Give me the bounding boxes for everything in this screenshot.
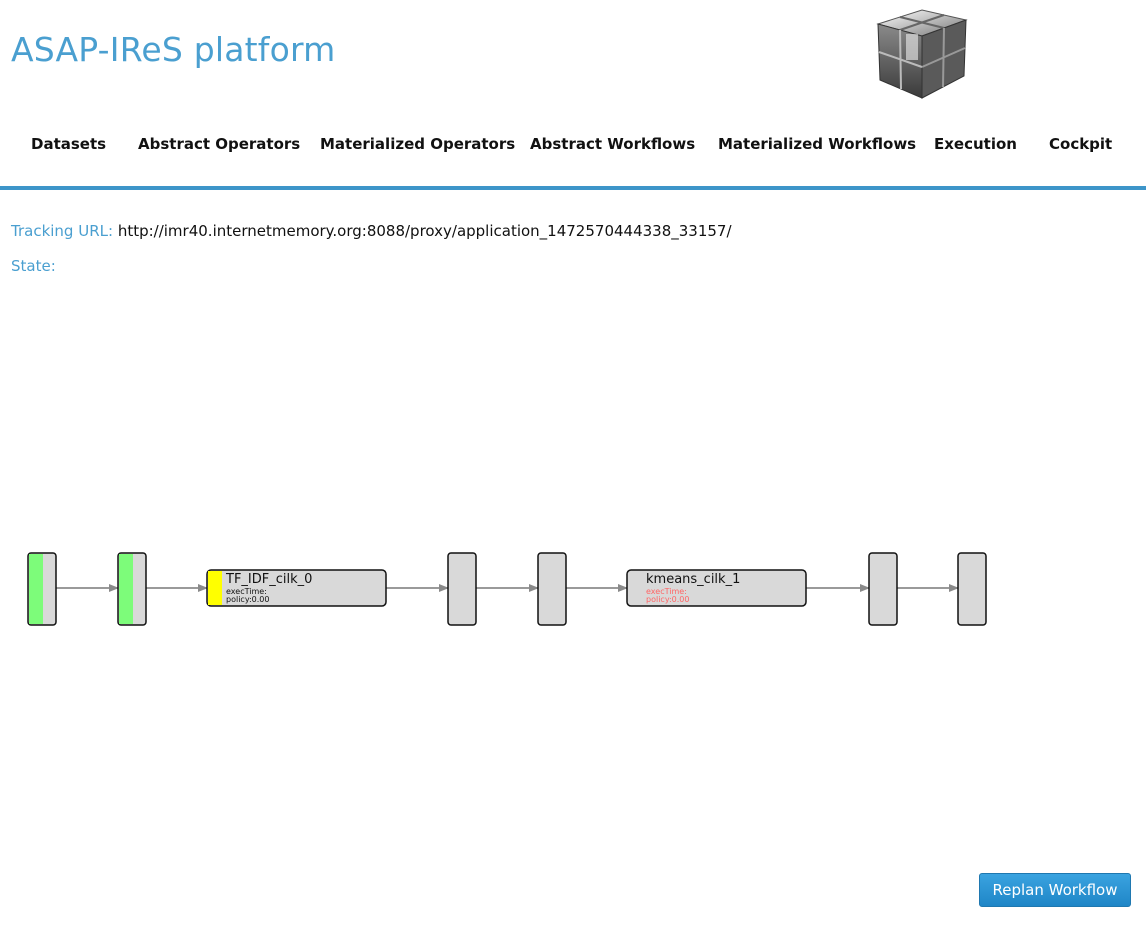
dataset-node-1[interactable]	[27, 552, 57, 626]
cube-logo-icon	[876, 9, 968, 99]
dataset-node-3[interactable]	[447, 552, 477, 626]
main-nav: Datasets Abstract Operators Materialized…	[0, 124, 1146, 164]
nav-cockpit[interactable]: Cockpit	[1049, 135, 1112, 153]
state-label: State:	[11, 257, 56, 275]
tracking-url-line: Tracking URL: http://imr40.internetmemor…	[11, 222, 732, 240]
operator-node-kmeans[interactable]: kmeans_cilk_1 execTime: policy:0.00	[626, 569, 807, 607]
brand-title: ASAP-IReS platform	[11, 30, 336, 69]
tracking-url-value[interactable]: http://imr40.internetmemory.org:8088/pro…	[118, 222, 732, 240]
nav-abstract-operators[interactable]: Abstract Operators	[138, 135, 300, 153]
state-line: State:	[11, 257, 56, 275]
operator-tfidf-policy: policy:0.00	[226, 595, 269, 604]
nav-abstract-workflows[interactable]: Abstract Workflows	[530, 135, 695, 153]
nav-divider	[0, 186, 1146, 190]
operator-kmeans-policy: policy:0.00	[646, 595, 689, 604]
nav-materialized-workflows[interactable]: Materialized Workflows	[718, 135, 916, 153]
nav-execution[interactable]: Execution	[934, 135, 1017, 153]
replan-workflow-button[interactable]: Replan Workflow	[979, 873, 1131, 907]
operator-kmeans-name: kmeans_cilk_1	[646, 572, 740, 587]
dataset-node-6[interactable]	[957, 552, 987, 626]
operator-node-tfidf[interactable]: TF_IDF_cilk_0 execTime: policy:0.00	[206, 569, 387, 607]
operator-tfidf-name: TF_IDF_cilk_0	[225, 572, 312, 587]
dataset-node-4[interactable]	[537, 552, 567, 626]
tracking-url-label: Tracking URL:	[11, 222, 114, 240]
dataset-node-5[interactable]	[868, 552, 898, 626]
nav-materialized-operators[interactable]: Materialized Operators	[320, 135, 515, 153]
nav-datasets[interactable]: Datasets	[31, 135, 106, 153]
dataset-node-2[interactable]	[117, 552, 147, 626]
workflow-graph: TF_IDF_cilk_0 execTime: policy:0.00 kmea…	[27, 552, 987, 626]
